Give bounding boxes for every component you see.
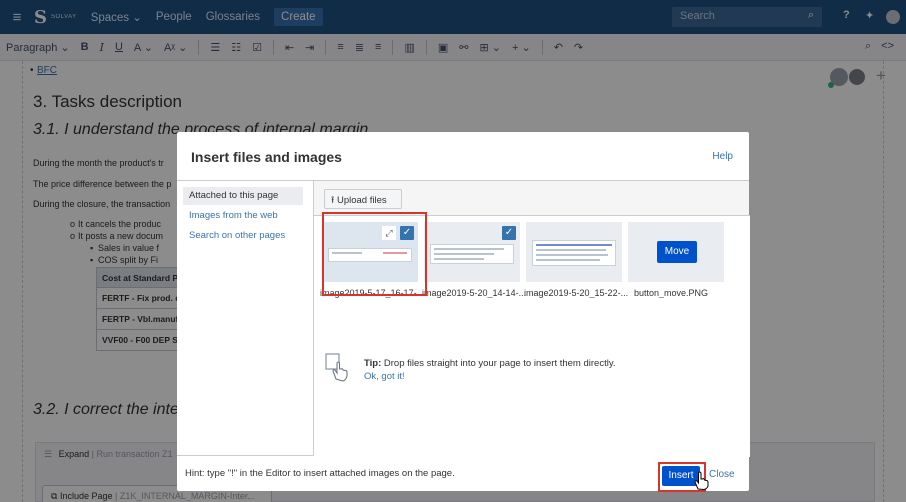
hand-cursor-icon: [694, 471, 709, 490]
preview-line: [434, 248, 504, 250]
dialog-sidebar: Attached to this page Images from the we…: [177, 181, 313, 455]
sidebar-item-attached[interactable]: Attached to this page: [183, 187, 303, 205]
file-thumbnail[interactable]: [526, 222, 622, 282]
selected-checkmark-icon[interactable]: ✓: [502, 226, 516, 240]
preview-line: [434, 258, 484, 260]
preview-line: [434, 253, 494, 255]
sidebar-item-search-pages[interactable]: Search on other pages: [183, 227, 303, 245]
file-name[interactable]: image2019-5-20_15-22-...: [524, 288, 634, 298]
tip-box: Tip: Drop files straight into your page …: [324, 352, 744, 392]
file-thumbnail[interactable]: Move: [628, 222, 724, 282]
tip-message: Drop files straight into your page to in…: [381, 358, 616, 369]
selection-highlight-box: [322, 212, 427, 296]
dialog-title: Insert files and images: [191, 149, 342, 165]
file-name[interactable]: button_move.PNG: [634, 288, 744, 298]
insert-files-dialog: Insert files and images Help Attached to…: [177, 132, 750, 491]
dialog-body: Attached to this page Images from the we…: [177, 180, 750, 457]
drag-hand-icon: [325, 353, 348, 382]
sidebar-item-web-images[interactable]: Images from the web: [183, 207, 303, 225]
tip-text: Tip: Drop files straight into your page …: [364, 358, 616, 369]
upload-files-button[interactable]: ⭱ Upload files: [324, 189, 402, 209]
preview-line: [536, 259, 600, 261]
tip-label: Tip:: [364, 358, 382, 369]
help-link[interactable]: Help: [712, 151, 733, 162]
preview-line: [536, 244, 612, 246]
preview-line: [536, 249, 606, 251]
preview-line: [536, 254, 608, 256]
hint-text: Hint: type "!" in the Editor to insert a…: [185, 468, 455, 479]
tip-dismiss-link[interactable]: Ok, got it!: [364, 371, 405, 382]
close-button[interactable]: Close: [709, 469, 735, 480]
file-thumbnail[interactable]: ✓: [424, 222, 520, 282]
move-button-preview: Move: [657, 241, 697, 263]
file-name[interactable]: image2019-5-20_14-14-...: [422, 288, 532, 298]
thumbnail-preview: [430, 244, 514, 264]
thumbnail-preview: [532, 240, 616, 266]
